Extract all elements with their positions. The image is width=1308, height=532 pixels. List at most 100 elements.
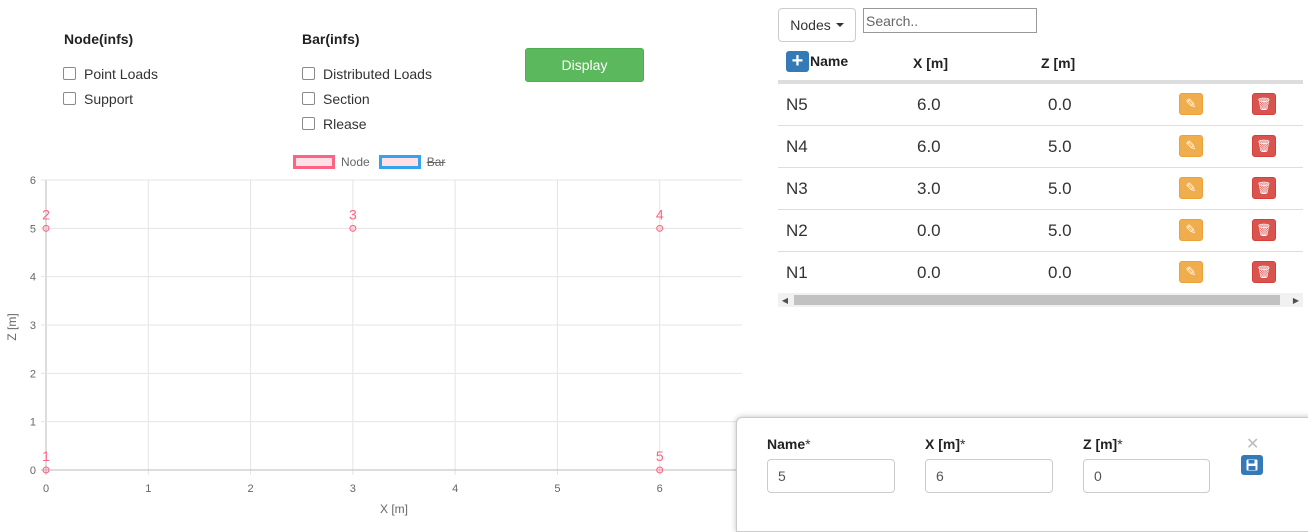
pencil-icon: ✎ (1185, 96, 1197, 111)
distributed-loads-checkbox[interactable] (302, 67, 315, 80)
node-point-label: 2 (42, 206, 50, 222)
distributed-loads-option[interactable]: Distributed Loads (302, 61, 432, 86)
edit-button[interactable]: ✎ (1179, 219, 1203, 241)
cell-name: N2 (786, 221, 808, 240)
x-tick-label: 5 (554, 483, 560, 495)
node-chart: 0 1 2 3 4 5 60123456 12 3 45 X [m] Z [m] (5, 175, 742, 516)
legend-node-label[interactable]: Node (341, 155, 370, 169)
cell-z: 5.0 (1048, 179, 1072, 198)
save-button[interactable] (1241, 455, 1263, 475)
release-option[interactable]: Rlease (302, 111, 432, 136)
cell-name: N1 (786, 263, 808, 282)
delete-button[interactable]: 🗑 (1252, 135, 1276, 157)
section-checkbox[interactable] (302, 92, 315, 105)
support-option[interactable]: Support (63, 86, 158, 111)
name-field-label: Name* (767, 436, 811, 452)
node-point (42, 224, 50, 232)
save-icon (1246, 459, 1258, 471)
section-option[interactable]: Section (302, 86, 432, 111)
x-field-label: X [m]* (925, 436, 965, 452)
cell-z: 5.0 (1048, 221, 1072, 240)
table-row: N1 0.0 0.0 ✎ 🗑 (778, 251, 1303, 293)
x-tick-label: 1 (145, 483, 151, 495)
y-tick-label: 4 (30, 272, 36, 284)
point-loads-option[interactable]: Point Loads (63, 61, 158, 86)
trash-icon: 🗑 (1256, 97, 1272, 111)
chart-legend: Node Bar (293, 155, 445, 169)
table-scrollbar[interactable]: ◀ ▶ (778, 293, 1303, 307)
bar-infs-title: Bar(infs) (302, 31, 360, 47)
scroll-thumb[interactable] (794, 295, 1280, 305)
z-field-label: Z [m]* (1083, 436, 1123, 452)
close-icon[interactable]: ✕ (1246, 434, 1259, 454)
node-point-label: 5 (656, 448, 664, 464)
search-input[interactable] (863, 8, 1037, 33)
cell-x: 6.0 (917, 137, 941, 156)
legend-bar-label[interactable]: Bar (427, 155, 446, 169)
caret-down-icon (835, 23, 844, 27)
add-node-button[interactable]: + (786, 51, 809, 72)
display-button[interactable]: Display (525, 48, 644, 82)
y-tick-label: 6 (30, 175, 36, 187)
point-loads-checkbox[interactable] (63, 67, 76, 80)
name-label-text: Name (767, 436, 806, 452)
y-tick-label: 1 (30, 417, 36, 429)
scroll-right-icon[interactable]: ▶ (1289, 293, 1303, 307)
distributed-loads-label: Distributed Loads (323, 65, 432, 82)
release-checkbox[interactable] (302, 117, 315, 130)
header-name: Name (810, 53, 849, 69)
x-tick-label: 3 (350, 483, 356, 495)
cell-name: N5 (786, 95, 808, 114)
cell-name: N3 (786, 179, 808, 198)
x-label-text: X [m] (925, 436, 960, 452)
z-label-text: Z [m] (1083, 436, 1118, 452)
node-point-label: 3 (349, 206, 357, 222)
y-tick-label: 0 (30, 465, 36, 477)
edit-button[interactable]: ✎ (1179, 93, 1203, 115)
legend-bar-swatch[interactable] (378, 155, 421, 169)
support-checkbox[interactable] (63, 92, 76, 105)
node-point-label: 4 (656, 206, 664, 222)
nodes-dropdown[interactable]: Nodes (778, 8, 856, 42)
edit-button[interactable]: ✎ (1179, 135, 1203, 157)
z-field[interactable]: 0 (1083, 459, 1210, 493)
release-label: Rlease (323, 115, 367, 132)
x-tick-label: 0 (43, 483, 49, 495)
y-tick-label: 3 (30, 320, 36, 332)
delete-button[interactable]: 🗑 (1252, 261, 1276, 283)
node-point (42, 466, 50, 474)
support-label: Support (84, 90, 134, 107)
name-field[interactable]: 5 (767, 459, 895, 493)
required-mark: * (960, 436, 966, 452)
delete-button[interactable]: 🗑 (1252, 177, 1276, 199)
required-mark: * (805, 436, 811, 452)
x-tick-label: 6 (657, 483, 663, 495)
x-axis-label: X [m] (380, 502, 408, 516)
chart-grid (41, 179, 742, 475)
node-point-label: 1 (42, 448, 50, 464)
delete-button[interactable]: 🗑 (1252, 219, 1276, 241)
pencil-icon: ✎ (1185, 222, 1197, 237)
cell-x: 0.0 (917, 221, 941, 240)
section-label: Section (323, 90, 370, 107)
edit-button[interactable]: ✎ (1179, 177, 1203, 199)
node-point (656, 466, 664, 474)
nodes-dropdown-label: Nodes (790, 17, 831, 33)
header-z: Z [m] (1041, 55, 1076, 71)
node-options: Point Loads Support (63, 61, 158, 111)
trash-icon: 🗑 (1256, 139, 1272, 153)
x-tick-label: 2 (248, 483, 254, 495)
scroll-left-icon[interactable]: ◀ (778, 293, 792, 307)
chart-ticks: 0 1 2 3 4 5 60123456 (30, 175, 663, 495)
nodes-table-body: N5 6.0 0.0 ✎ 🗑 N4 6.0 5.0 ✎ 🗑 N3 3.0 5.0… (778, 83, 1303, 293)
x-field[interactable]: 6 (925, 459, 1053, 493)
node-point (349, 224, 357, 232)
trash-icon: 🗑 (1256, 181, 1272, 195)
y-tick-label: 5 (30, 223, 36, 235)
cell-z: 0.0 (1048, 95, 1072, 114)
edit-button[interactable]: ✎ (1179, 261, 1203, 283)
cell-name: N4 (786, 137, 808, 156)
legend-node-swatch[interactable] (293, 155, 335, 169)
delete-button[interactable]: 🗑 (1252, 93, 1276, 115)
table-row: N4 6.0 5.0 ✎ 🗑 (778, 125, 1303, 167)
